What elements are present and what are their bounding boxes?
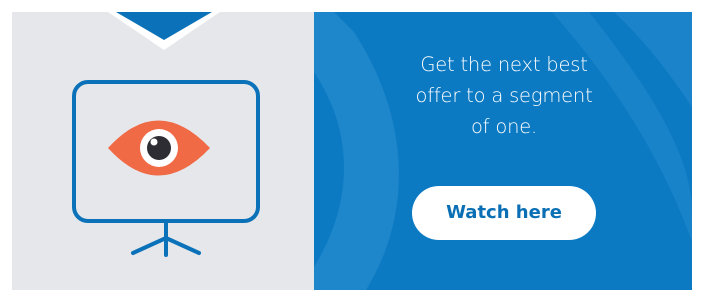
headline-line: of one. bbox=[470, 115, 538, 138]
headline-text: Get the next best offer to a segment of … bbox=[398, 49, 610, 142]
illustration-panel bbox=[12, 12, 314, 290]
headline-line: offer to a segment bbox=[415, 84, 593, 107]
watch-here-button[interactable]: Watch here bbox=[412, 186, 596, 240]
headline-line: Get the next best bbox=[420, 53, 588, 76]
promo-banner: Get the next best offer to a segment of … bbox=[12, 12, 692, 290]
message-panel: Get the next best offer to a segment of … bbox=[314, 12, 692, 290]
presentation-screen-with-eye-icon bbox=[72, 12, 260, 257]
